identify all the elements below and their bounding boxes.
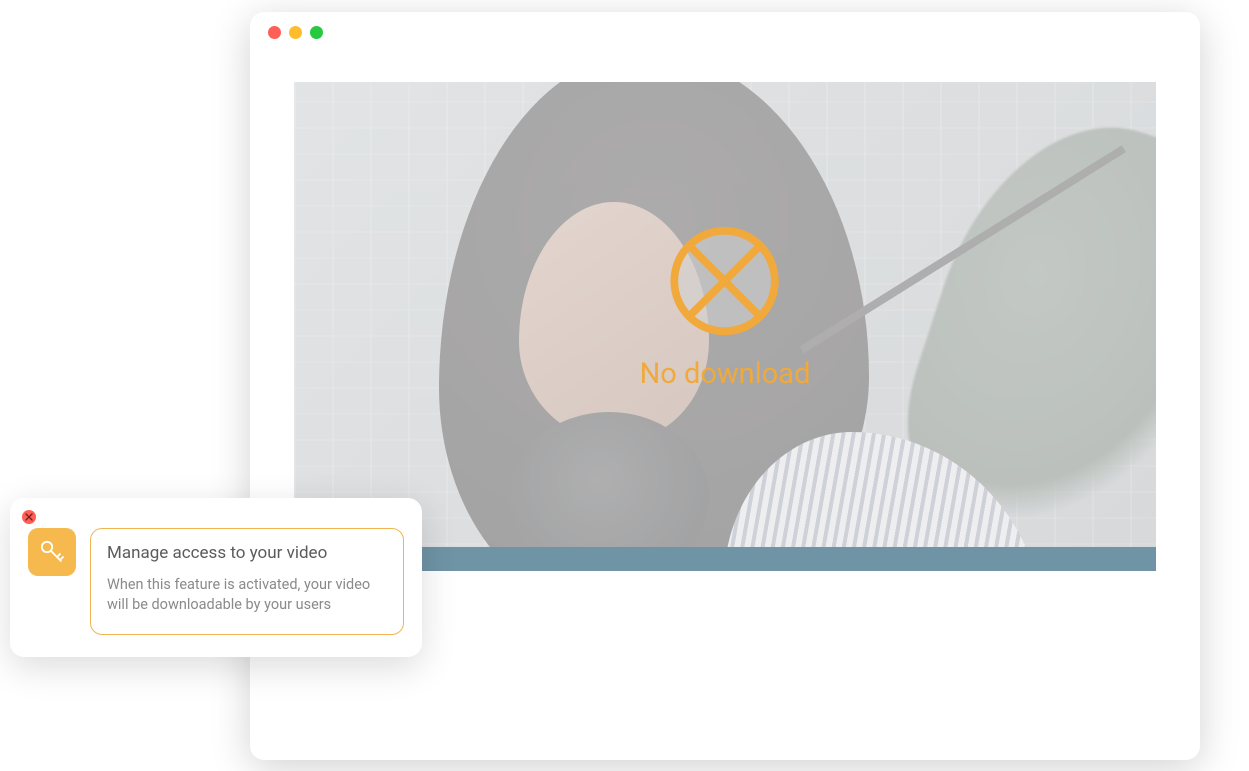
video-controls-bar[interactable]	[294, 547, 1156, 571]
popup-icon-tile	[28, 528, 76, 576]
popup-close-button[interactable]	[22, 510, 36, 524]
close-icon	[25, 513, 33, 521]
circle-cross-icon	[667, 223, 783, 339]
no-download-label: No download	[640, 357, 811, 391]
window-close-button[interactable]	[268, 26, 281, 39]
video-player[interactable]: No download	[294, 82, 1156, 571]
popup-description: When this feature is activated, your vid…	[107, 575, 387, 616]
window-expand-button[interactable]	[310, 26, 323, 39]
popup-title: Manage access to your video	[107, 543, 387, 563]
key-icon	[38, 538, 66, 566]
popup-text-box: Manage access to your video When this fe…	[90, 528, 404, 635]
info-popup: Manage access to your video When this fe…	[10, 498, 422, 657]
no-download-indicator: No download	[640, 223, 811, 391]
window-minimize-button[interactable]	[289, 26, 302, 39]
window-titlebar	[250, 12, 1200, 52]
